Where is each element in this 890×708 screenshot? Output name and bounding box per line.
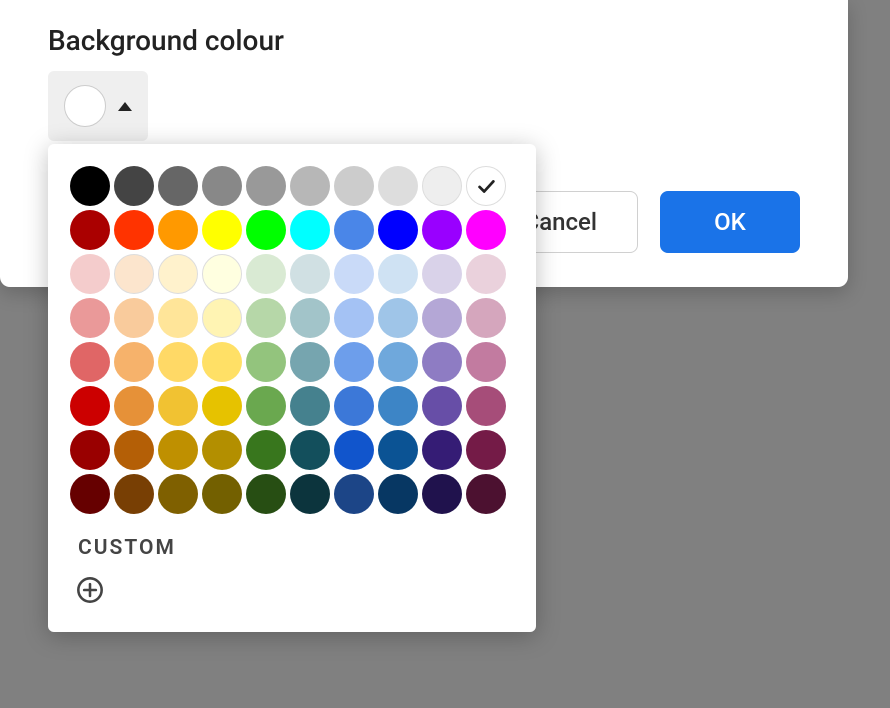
color-swatch[interactable] (378, 386, 418, 426)
color-swatch[interactable] (466, 254, 506, 294)
color-swatch[interactable] (466, 430, 506, 470)
color-swatch[interactable] (378, 166, 418, 206)
color-swatch[interactable] (422, 474, 462, 514)
color-swatch[interactable] (422, 210, 462, 250)
color-swatch[interactable] (202, 166, 242, 206)
color-grid (70, 166, 514, 514)
color-swatch[interactable] (290, 298, 330, 338)
color-swatch[interactable] (246, 430, 286, 470)
color-swatch[interactable] (202, 474, 242, 514)
color-swatch[interactable] (202, 386, 242, 426)
color-swatch[interactable] (334, 210, 374, 250)
color-swatch[interactable] (70, 254, 110, 294)
color-swatch[interactable] (290, 210, 330, 250)
color-swatch[interactable] (158, 474, 198, 514)
color-swatch[interactable] (114, 430, 154, 470)
color-swatch[interactable] (70, 474, 110, 514)
color-swatch[interactable] (334, 430, 374, 470)
color-swatch[interactable] (378, 474, 418, 514)
color-swatch[interactable] (202, 430, 242, 470)
color-swatch[interactable] (246, 210, 286, 250)
color-swatch[interactable] (114, 386, 154, 426)
color-swatch[interactable] (70, 342, 110, 382)
color-swatch[interactable] (378, 210, 418, 250)
color-swatch[interactable] (70, 210, 110, 250)
color-swatch[interactable] (422, 298, 462, 338)
color-swatch[interactable] (378, 298, 418, 338)
color-swatch[interactable] (246, 254, 286, 294)
color-swatch[interactable] (290, 386, 330, 426)
color-swatch[interactable] (202, 342, 242, 382)
color-swatch[interactable] (202, 254, 242, 294)
color-picker-panel: CUSTOM (48, 144, 536, 632)
color-swatch[interactable] (334, 474, 374, 514)
color-swatch[interactable] (202, 210, 242, 250)
color-swatch[interactable] (378, 430, 418, 470)
background-colour-label: Background colour (48, 24, 800, 57)
color-swatch[interactable] (158, 254, 198, 294)
color-swatch[interactable] (334, 386, 374, 426)
color-swatch[interactable] (246, 386, 286, 426)
color-swatch[interactable] (466, 166, 506, 206)
add-custom-color-button[interactable] (74, 574, 106, 606)
selected-color-swatch (64, 85, 106, 127)
color-swatch[interactable] (466, 210, 506, 250)
color-swatch[interactable] (334, 298, 374, 338)
color-swatch[interactable] (466, 298, 506, 338)
color-swatch[interactable] (70, 386, 110, 426)
color-swatch[interactable] (114, 474, 154, 514)
color-swatch[interactable] (246, 166, 286, 206)
color-swatch[interactable] (158, 430, 198, 470)
color-swatch[interactable] (114, 166, 154, 206)
custom-section-label: CUSTOM (78, 536, 514, 560)
color-swatch[interactable] (466, 342, 506, 382)
check-icon (475, 175, 497, 197)
color-swatch[interactable] (246, 474, 286, 514)
color-swatch[interactable] (378, 342, 418, 382)
plus-circle-icon (76, 576, 104, 604)
color-dropdown-trigger[interactable] (48, 71, 148, 141)
color-swatch[interactable] (290, 430, 330, 470)
color-swatch[interactable] (158, 166, 198, 206)
color-swatch[interactable] (422, 166, 462, 206)
color-swatch[interactable] (422, 386, 462, 426)
color-swatch[interactable] (246, 342, 286, 382)
color-swatch[interactable] (290, 342, 330, 382)
color-swatch[interactable] (466, 474, 506, 514)
color-swatch[interactable] (158, 342, 198, 382)
ok-button[interactable]: OK (660, 191, 800, 253)
color-swatch[interactable] (202, 298, 242, 338)
color-swatch[interactable] (422, 254, 462, 294)
color-swatch[interactable] (70, 166, 110, 206)
color-swatch[interactable] (334, 254, 374, 294)
color-swatch[interactable] (290, 166, 330, 206)
color-swatch[interactable] (334, 342, 374, 382)
caret-up-icon (118, 102, 132, 111)
color-swatch[interactable] (290, 474, 330, 514)
color-swatch[interactable] (422, 430, 462, 470)
color-swatch[interactable] (158, 298, 198, 338)
color-swatch[interactable] (114, 210, 154, 250)
color-swatch[interactable] (158, 386, 198, 426)
color-swatch[interactable] (246, 298, 286, 338)
color-swatch[interactable] (422, 342, 462, 382)
color-swatch[interactable] (114, 254, 154, 294)
color-swatch[interactable] (334, 166, 374, 206)
color-swatch[interactable] (158, 210, 198, 250)
color-swatch[interactable] (114, 298, 154, 338)
color-swatch[interactable] (70, 430, 110, 470)
color-swatch[interactable] (290, 254, 330, 294)
color-swatch[interactable] (466, 386, 506, 426)
color-swatch[interactable] (114, 342, 154, 382)
color-swatch[interactable] (378, 254, 418, 294)
color-swatch[interactable] (70, 298, 110, 338)
